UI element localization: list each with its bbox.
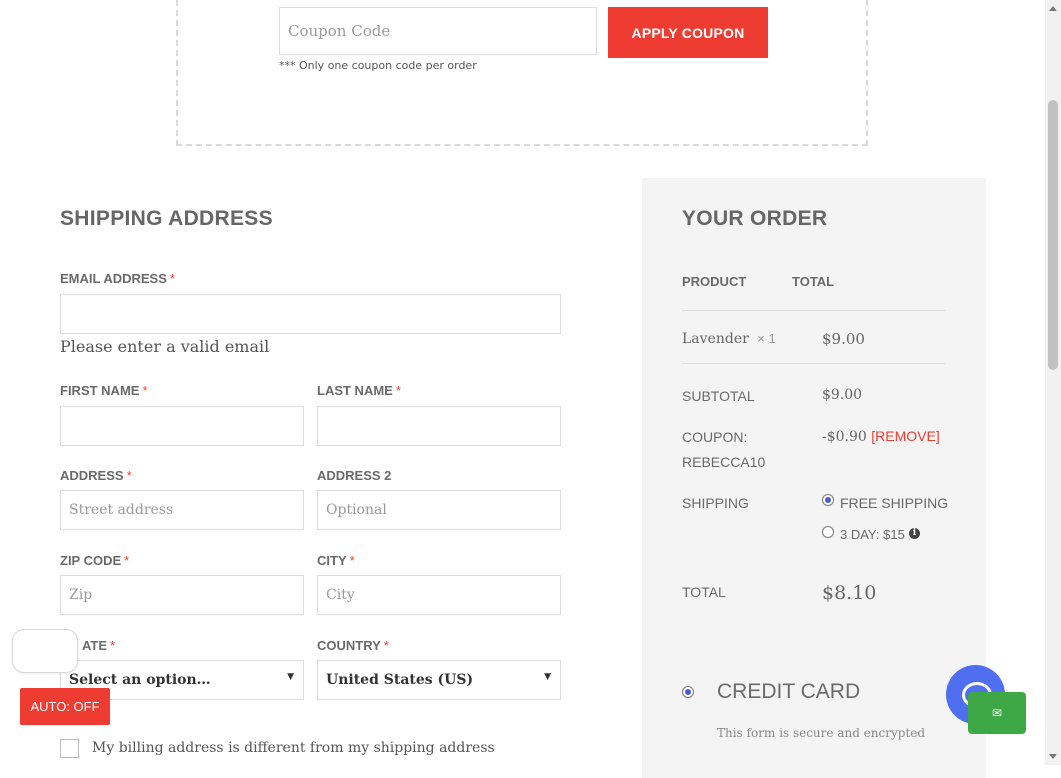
first-name-field[interactable] (60, 406, 304, 446)
zip-field[interactable] (60, 575, 304, 615)
divider (682, 363, 945, 364)
country-select[interactable]: United States (US) ▼ (317, 660, 561, 700)
apply-coupon-button[interactable]: APPLY COUPON (608, 7, 768, 58)
required-mark: * (124, 553, 130, 568)
zip-label-text: ZIP CODE (60, 553, 122, 568)
chat-bubble-widget[interactable] (12, 629, 78, 673)
item-quantity: × 1 (757, 331, 776, 346)
country-label: COUNTRY * (317, 638, 389, 653)
panel-edge-decoration (642, 174, 986, 182)
country-select-value: United States (US) (326, 672, 474, 688)
item-price: $9.00 (822, 330, 865, 348)
email-error: Please enter a valid email (60, 337, 270, 356)
coupon-discount: -$0.90 [REMOVE] (822, 428, 940, 445)
credit-card-title: CREDIT CARD (717, 680, 861, 703)
billing-different-label: My billing address is different from my … (92, 740, 495, 756)
state-select-value: Select an option… (69, 672, 211, 688)
column-product: PRODUCT (682, 274, 747, 289)
zip-label: ZIP CODE * (60, 553, 129, 568)
last-name-label-text: LAST NAME (317, 383, 393, 398)
required-mark: * (142, 383, 148, 398)
coupon-note: *** Only one coupon code per order (279, 59, 477, 72)
info-icon[interactable]: i (909, 528, 920, 539)
subtotal-label: SUBTOTAL (682, 388, 755, 404)
required-mark: * (383, 638, 389, 653)
required-mark: * (395, 383, 401, 398)
address-label-text: ADDRESS (60, 468, 124, 483)
billing-different-checkbox[interactable] (60, 739, 79, 758)
free-shipping-label: FREE SHIPPING (840, 495, 949, 511)
city-field[interactable] (317, 575, 561, 615)
address2-label: ADDRESS 2 (317, 468, 392, 483)
email-field[interactable] (60, 294, 561, 334)
email-label-text: EMAIL ADDRESS (60, 271, 167, 286)
scroll-down-icon[interactable] (1049, 754, 1057, 759)
message-button[interactable]: ✉ (968, 692, 1026, 734)
free-shipping-radio[interactable] (822, 494, 834, 506)
email-label: EMAIL ADDRESS * (60, 271, 175, 286)
last-name-label: LAST NAME * (317, 383, 401, 398)
shipping-label: SHIPPING (682, 495, 749, 511)
line-item: Lavender × 1 (682, 331, 776, 347)
state-label: ATE * (82, 638, 115, 653)
total-label: TOTAL (682, 584, 726, 600)
required-mark: * (349, 553, 355, 568)
message-icon: ✉ (991, 706, 1003, 720)
auto-toggle-button[interactable]: AUTO: OFF (20, 688, 110, 725)
item-name: Lavender (682, 331, 749, 347)
subtotal-value: $9.00 (822, 387, 863, 403)
address-label: ADDRESS * (60, 468, 132, 483)
country-label-text: COUNTRY (317, 638, 381, 653)
credit-card-radio[interactable] (682, 686, 694, 698)
secure-note: This form is secure and encrypted (717, 726, 926, 740)
address2-field[interactable] (317, 490, 561, 530)
remove-coupon-link[interactable]: [REMOVE] (871, 428, 939, 444)
three-day-shipping-radio[interactable] (822, 526, 834, 538)
coupon-code: REBECCA10 (682, 454, 766, 470)
coupon-discount-value: -$0.90 (822, 429, 867, 445)
shipping-address-title: SHIPPING ADDRESS (60, 207, 273, 230)
last-name-field[interactable] (317, 406, 561, 446)
city-label: CITY * (317, 553, 355, 568)
first-name-label-text: FIRST NAME (60, 383, 140, 398)
coupon-label: COUPON: (682, 429, 748, 445)
three-day-shipping-label: 3 DAY: $15 (840, 527, 905, 542)
coupon-code-input[interactable] (279, 7, 597, 55)
first-name-label: FIRST NAME * (60, 383, 148, 398)
required-mark: * (110, 638, 116, 653)
divider (682, 310, 945, 311)
column-total: TOTAL (792, 274, 835, 289)
required-mark: * (126, 468, 132, 483)
your-order-title: YOUR ORDER (682, 207, 828, 230)
chevron-down-icon: ▼ (287, 672, 294, 682)
total-value: $8.10 (822, 582, 877, 604)
street-address-field[interactable] (60, 490, 304, 530)
chevron-down-icon: ▼ (544, 672, 551, 682)
required-mark: * (169, 271, 175, 286)
scroll-thumb[interactable] (1048, 100, 1058, 370)
city-label-text: CITY (317, 553, 347, 568)
state-label-text: ATE (82, 638, 108, 653)
scroll-up-icon[interactable] (1049, 6, 1057, 11)
